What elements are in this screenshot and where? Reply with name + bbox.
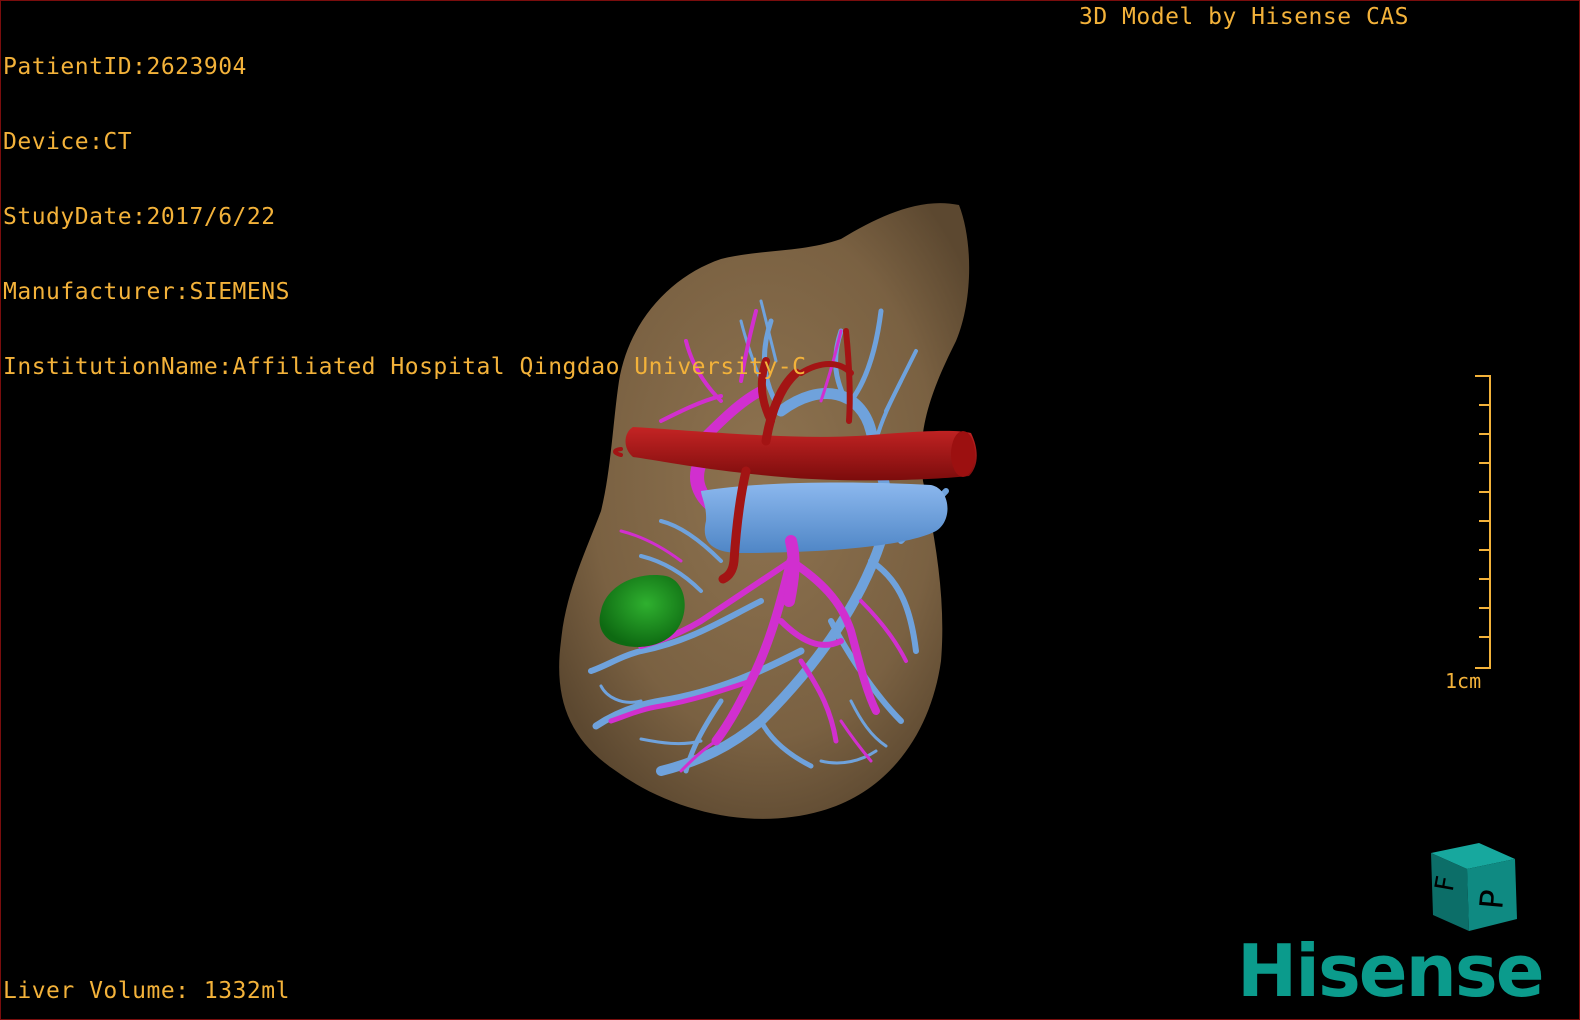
dicom-info: PatientID:2623904 Device:CT StudyDate:20… [3,5,806,430]
artery-end-cap [951,431,975,477]
3d-viewport[interactable]: PatientID:2623904 Device:CT StudyDate:20… [0,0,1580,1020]
scale-bar [1475,375,1491,669]
portal-vein-trunk [783,535,800,607]
patient-id-label: PatientID:2623904 [3,54,247,80]
study-date-label: StudyDate:2017/6/22 [3,204,276,230]
hisense-logo: Hisense [1237,929,1545,1013]
institution-label: InstitutionName:Affiliated Hospital Qing… [3,354,807,380]
scale-bar-label: 1cm [1445,669,1482,693]
brand-caption: 3D Model by Hisense CAS [1079,4,1409,30]
manufacturer-label: Manufacturer:SIEMENS [3,279,290,305]
device-label: Device:CT [3,129,133,155]
orientation-cube[interactable]: F P [1421,839,1521,939]
liver-volume-label: Liver Volume: 1332ml [3,978,290,1004]
cube-face-front: P [1472,888,1512,911]
